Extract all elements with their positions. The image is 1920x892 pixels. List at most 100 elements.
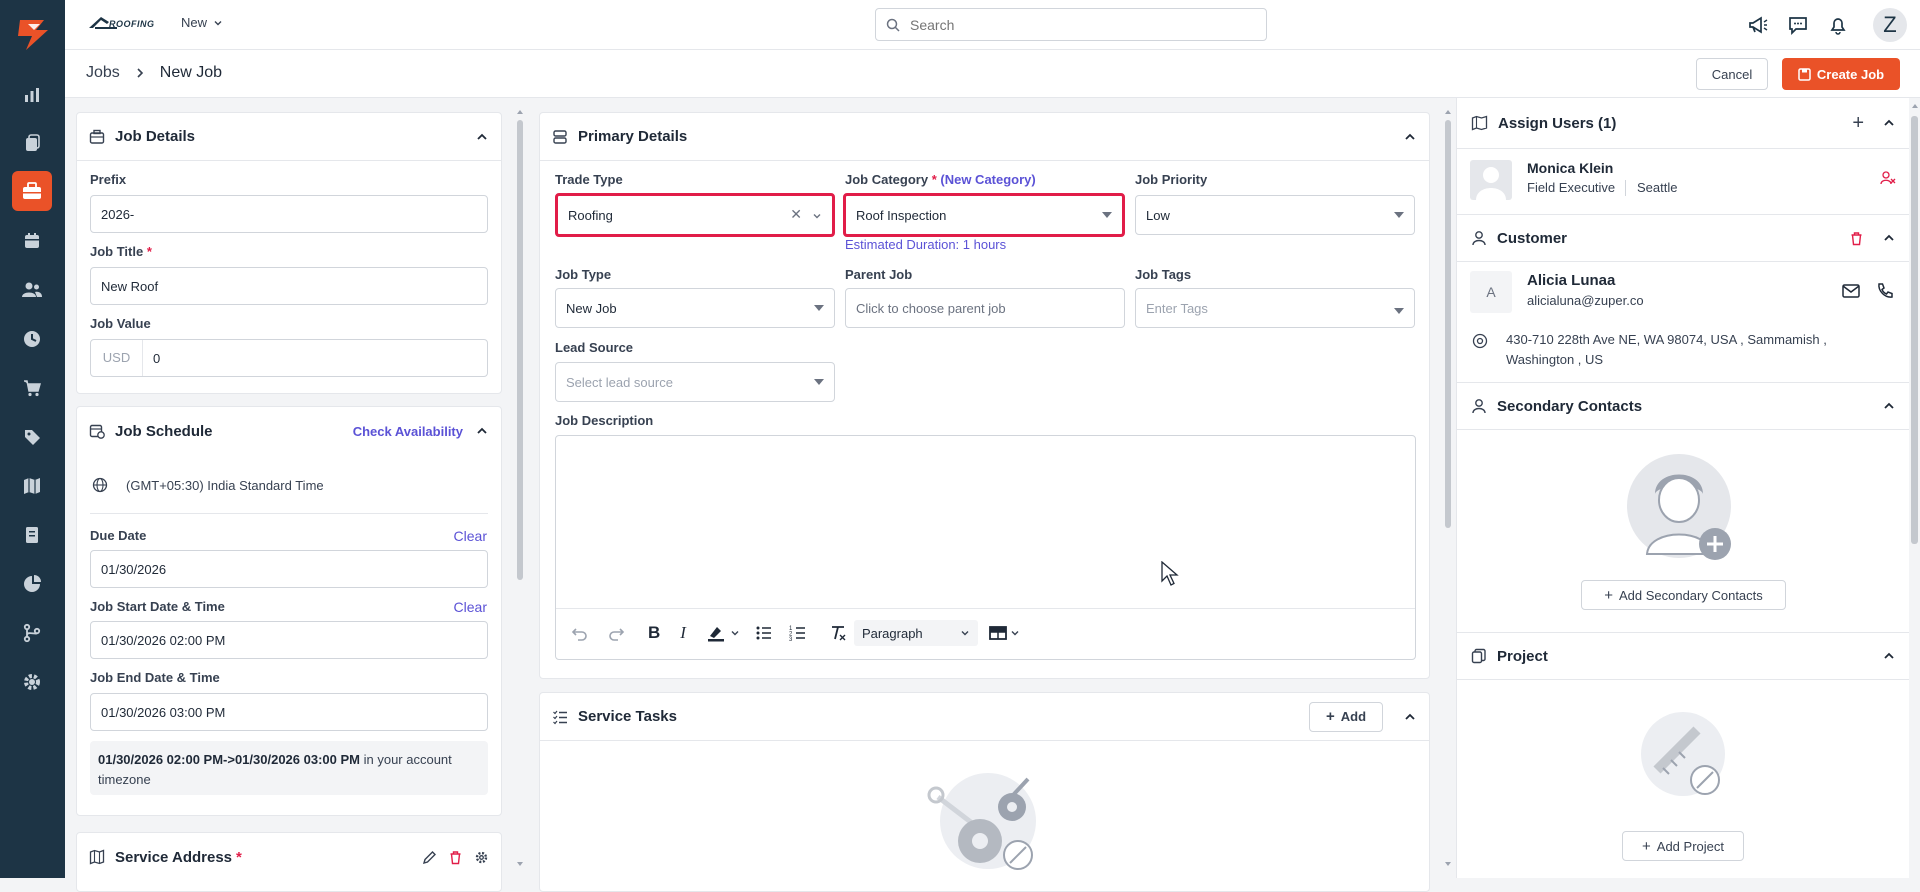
search-input[interactable] — [908, 15, 1248, 34]
scroll-down-arrow-icon[interactable] — [516, 860, 524, 868]
add-user-plus-icon[interactable]: + — [1852, 112, 1864, 135]
documents-nav-icon[interactable] — [12, 123, 52, 163]
trade-type-label: Trade Type — [555, 172, 623, 187]
numbered-list-icon[interactable]: 123 — [788, 623, 808, 643]
tag-nav-icon[interactable] — [12, 417, 52, 457]
job-schedule-header[interactable]: Job Schedule Check Availability — [77, 407, 501, 455]
due-date-clear-link[interactable]: Clear — [454, 528, 487, 544]
delete-trash-icon[interactable] — [448, 850, 463, 865]
redo-icon[interactable] — [606, 623, 626, 643]
cart-nav-icon[interactable] — [12, 368, 52, 408]
job-value-field[interactable]: USD 0 — [90, 339, 488, 377]
job-priority-select[interactable]: Low — [1135, 195, 1415, 235]
bold-icon[interactable]: B — [648, 623, 660, 643]
timesheet-nav-icon[interactable] — [12, 319, 52, 359]
left-column-scrollbar[interactable] — [516, 108, 524, 870]
edit-pencil-icon[interactable] — [422, 850, 437, 865]
new-menu[interactable]: New — [181, 15, 223, 30]
chevron-up-icon[interactable] — [475, 424, 489, 438]
trade-type-select[interactable]: Roofing ✕ — [555, 193, 835, 237]
start-date-clear-link[interactable]: Clear — [454, 599, 487, 615]
job-details-header[interactable]: Job Details — [77, 113, 501, 161]
customer-header[interactable]: Customer — [1457, 215, 1910, 261]
prefix-field[interactable]: 2026- — [90, 195, 488, 233]
parent-job-field[interactable]: Click to choose parent job — [845, 288, 1125, 328]
delete-trash-icon[interactable] — [1849, 231, 1864, 246]
job-category-select[interactable]: Roof Inspection — [843, 193, 1125, 237]
analytics-nav-icon[interactable] — [12, 75, 52, 115]
paragraph-select[interactable]: Paragraph — [853, 620, 978, 646]
create-job-button[interactable]: Create Job — [1782, 58, 1900, 90]
jobs-nav-icon[interactable] — [12, 171, 52, 211]
project-header[interactable]: Project — [1457, 633, 1910, 679]
bullet-list-icon[interactable] — [754, 623, 774, 643]
reports-nav-icon[interactable] — [12, 564, 52, 604]
lead-source-select[interactable]: Select lead source — [555, 362, 835, 402]
cancel-button[interactable]: Cancel — [1696, 58, 1768, 90]
assign-users-title: Assign Users (1) — [1498, 114, 1617, 132]
job-description-editor[interactable]: B I 123 Paragraph — [555, 435, 1416, 660]
chevron-down-icon[interactable] — [730, 628, 740, 638]
invoice-nav-icon[interactable] — [12, 515, 52, 555]
end-date-field[interactable]: 01/30/2026 03:00 PM — [90, 693, 488, 731]
scroll-down-arrow-icon[interactable] — [1444, 860, 1452, 868]
clear-format-icon[interactable] — [828, 623, 848, 643]
customer-email: alicialuna@zuper.co — [1527, 293, 1644, 308]
settings-nav-icon[interactable] — [12, 662, 52, 702]
gear-icon[interactable] — [474, 850, 489, 865]
chevron-up-icon[interactable] — [475, 130, 489, 144]
svg-text:3: 3 — [789, 637, 793, 643]
undo-icon[interactable] — [570, 623, 590, 643]
calendar-nav-icon[interactable] — [12, 221, 52, 261]
chevron-down-icon[interactable] — [1010, 628, 1020, 638]
middle-column-scrollbar[interactable] — [1444, 108, 1452, 868]
check-availability-link[interactable]: Check Availability — [353, 424, 463, 439]
right-panel-scrollbar[interactable] — [1909, 98, 1920, 878]
primary-details-header[interactable]: Primary Details — [540, 113, 1429, 161]
assigned-user-name[interactable]: Monica Klein — [1527, 160, 1613, 176]
workflow-nav-icon[interactable] — [12, 613, 52, 653]
job-title-field[interactable]: New Roof — [90, 267, 488, 305]
customer-name[interactable]: Alicia Lunaa — [1527, 272, 1615, 289]
add-secondary-contacts-button[interactable]: + Add Secondary Contacts — [1581, 580, 1786, 610]
italic-icon[interactable]: I — [680, 623, 686, 643]
customers-nav-icon[interactable] — [12, 270, 52, 310]
description-textarea[interactable] — [556, 436, 1415, 608]
chevron-up-icon[interactable] — [1882, 231, 1896, 245]
email-icon[interactable] — [1842, 284, 1860, 298]
customer-title: Customer — [1497, 229, 1568, 247]
chevron-up-icon[interactable] — [1882, 116, 1896, 130]
assign-users-header[interactable]: Assign Users (1) + — [1457, 98, 1910, 148]
job-type-select[interactable]: New Job — [555, 288, 835, 328]
add-project-button[interactable]: + Add Project — [1622, 831, 1744, 861]
chevron-up-icon[interactable] — [1882, 399, 1896, 413]
service-tasks-header[interactable]: Service Tasks + Add — [540, 693, 1429, 741]
required-marker: * — [236, 848, 242, 866]
job-details-card: Job Details Prefix 2026- Job Title * New… — [76, 112, 502, 394]
add-task-button[interactable]: + Add — [1309, 701, 1383, 732]
job-title-label: Job Title * — [90, 244, 152, 259]
start-date-field[interactable]: 01/30/2026 02:00 PM — [90, 621, 488, 659]
announcement-icon[interactable] — [1747, 14, 1769, 36]
app-logo-icon[interactable] — [14, 18, 50, 52]
new-category-link[interactable]: (New Category) — [940, 172, 1035, 187]
map-nav-icon[interactable] — [12, 466, 52, 506]
chevron-up-icon[interactable] — [1403, 130, 1417, 144]
phone-icon[interactable] — [1876, 282, 1894, 300]
highlight-icon[interactable] — [706, 623, 726, 643]
search-box[interactable] — [875, 8, 1267, 41]
chat-icon[interactable] — [1787, 14, 1809, 36]
notifications-bell-icon[interactable] — [1827, 14, 1849, 36]
project-title: Project — [1497, 647, 1548, 665]
due-date-field[interactable]: 01/30/2026 — [90, 550, 488, 588]
chevron-up-icon[interactable] — [1403, 710, 1417, 724]
table-icon[interactable] — [988, 623, 1008, 643]
chevron-up-icon[interactable] — [1882, 649, 1896, 663]
secondary-contacts-header[interactable]: Secondary Contacts — [1457, 383, 1910, 429]
clear-x-icon[interactable]: ✕ — [790, 206, 802, 223]
breadcrumb-jobs-link[interactable]: Jobs — [86, 64, 120, 82]
service-address-header[interactable]: Service Address * — [77, 833, 501, 881]
user-avatar[interactable]: Z — [1873, 8, 1907, 42]
job-tags-field[interactable]: Enter Tags — [1135, 288, 1415, 328]
remove-user-icon[interactable] — [1880, 170, 1896, 186]
